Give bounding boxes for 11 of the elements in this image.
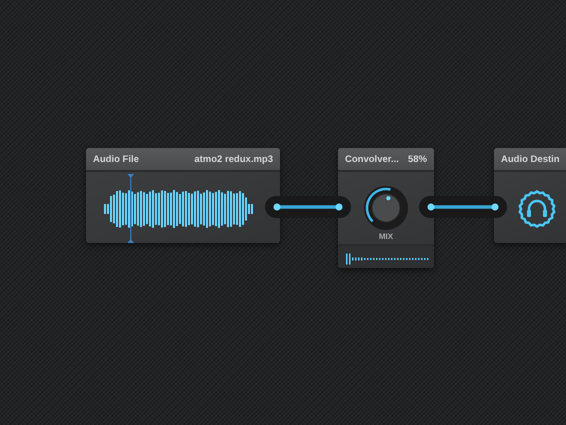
node-title: Audio File [93,154,139,164]
node-value: atmo2 redux.mp3 [194,154,273,164]
node-title: Convolver... [345,154,399,164]
node-value: 58% [408,154,427,164]
playhead-marker[interactable] [128,174,134,243]
mix-knob[interactable] [364,186,408,230]
headphones-icon [518,190,556,228]
connection-link[interactable] [419,196,507,218]
connection-link[interactable] [265,196,351,218]
node-title: Audio Destin [501,154,560,164]
knob-label: MIX [378,232,394,241]
